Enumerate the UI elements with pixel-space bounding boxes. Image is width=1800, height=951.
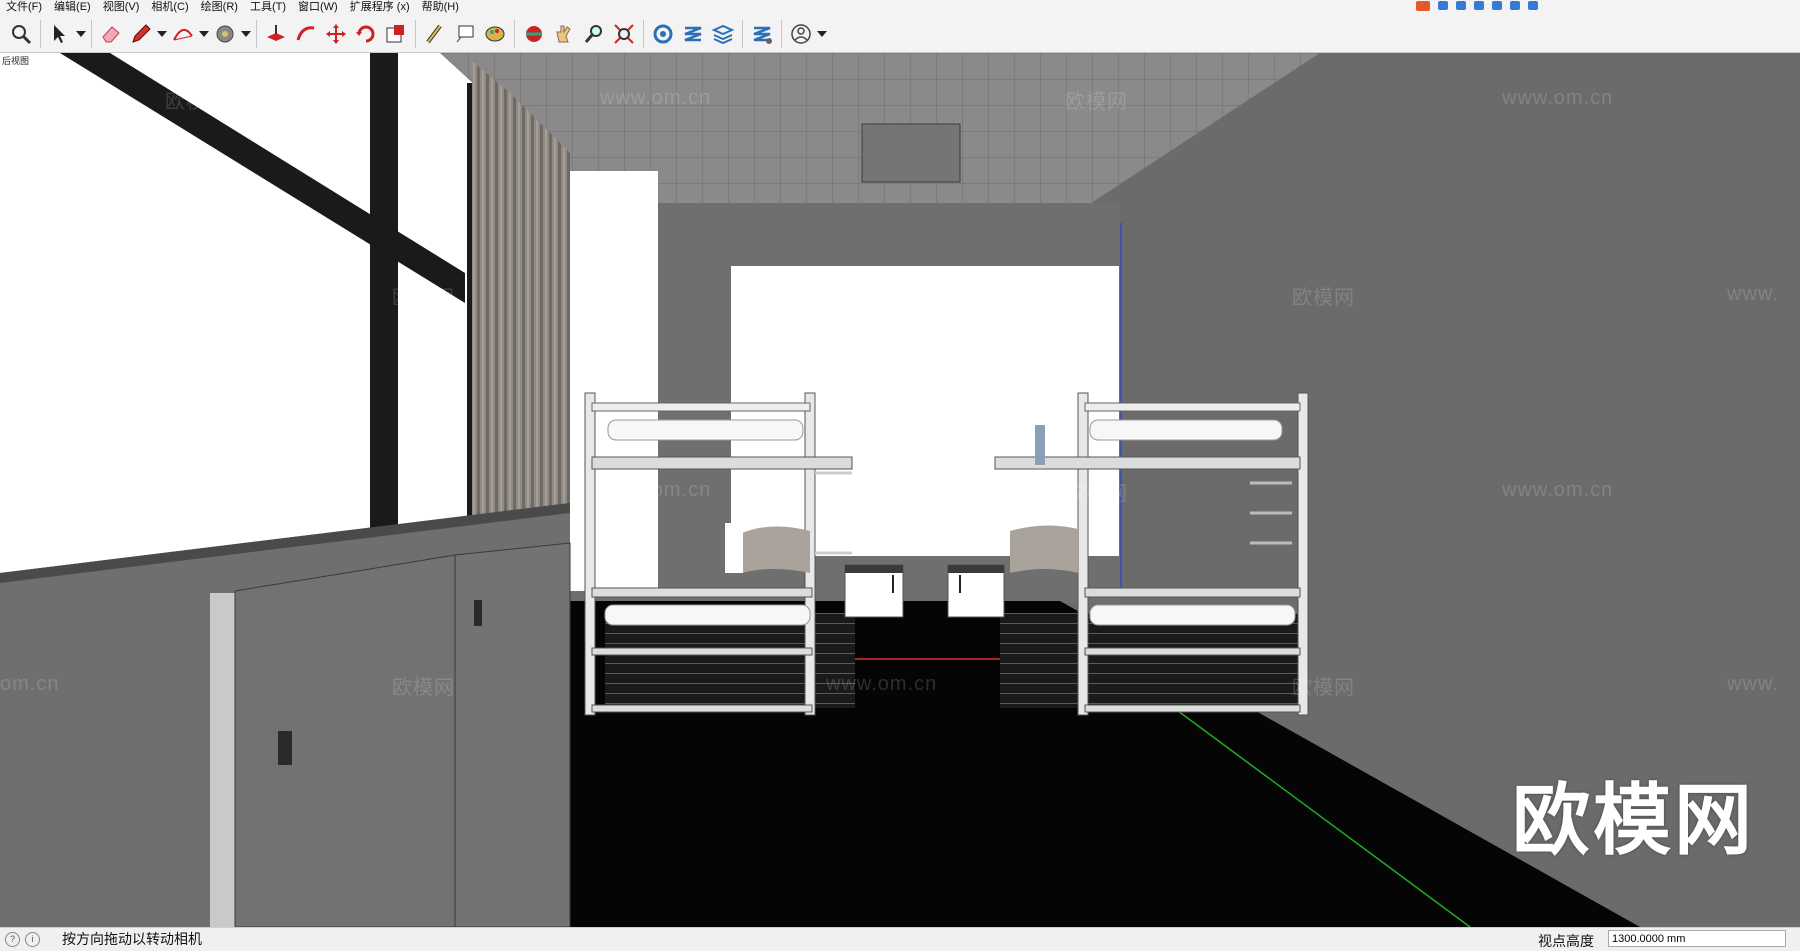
- pencil-dropdown-arrow[interactable]: [156, 19, 168, 49]
- eraser-icon[interactable]: [96, 19, 126, 49]
- watermark-brand: 欧模网: [1292, 677, 1355, 699]
- watermark-site-partial: om.cn: [0, 673, 60, 695]
- ext-tool-icon[interactable]: [1456, 1, 1466, 10]
- menu-item[interactable]: 工具(T): [244, 0, 292, 15]
- follow-me-icon[interactable]: [291, 19, 321, 49]
- toolbar-divider: [781, 19, 782, 48]
- arc-icon[interactable]: [168, 19, 198, 49]
- pan-icon[interactable]: [549, 19, 579, 49]
- watermark-brand: 欧模网: [392, 677, 455, 699]
- watermark-brand: 欧模网: [1292, 287, 1355, 309]
- scale-icon[interactable]: [381, 19, 411, 49]
- select-dropdown-arrow[interactable]: [75, 19, 87, 49]
- menu-item[interactable]: 窗口(W): [292, 0, 344, 15]
- paint-bucket-icon[interactable]: [210, 19, 240, 49]
- text-icon[interactable]: [450, 19, 480, 49]
- measurements-input[interactable]: [1608, 930, 1786, 947]
- toolbar-divider: [742, 19, 743, 48]
- scene-tab-label[interactable]: 后视图: [2, 54, 30, 67]
- watermark-site: www.om.cn: [1502, 87, 1614, 109]
- lockers: [0, 503, 571, 927]
- main-toolbar: [0, 15, 1800, 53]
- toolbar-divider: [514, 19, 515, 48]
- watermark-site: www.om.cn: [600, 87, 712, 109]
- watermark-brand: 欧模网: [1065, 483, 1128, 505]
- menu-item[interactable]: 帮助(H): [416, 0, 465, 15]
- status-bar: ? i 按方向拖动以转动相机 视点高度: [0, 927, 1800, 950]
- left-nightstand: [844, 564, 904, 618]
- arc-dropdown-arrow[interactable]: [198, 19, 210, 49]
- menu-item[interactable]: 视图(V): [97, 0, 146, 15]
- account-dropdown-arrow[interactable]: [816, 19, 828, 49]
- right-nightstand: [947, 564, 1005, 618]
- extension-toolbar-strip: [1416, 0, 1606, 11]
- status-hint-text: 按方向拖动以转动相机: [62, 931, 202, 947]
- ext-logo-icon[interactable]: [1416, 0, 1430, 11]
- left-column-white: [570, 171, 658, 591]
- watermark-site-partial: www.: [1727, 283, 1779, 305]
- ext-tool-icon[interactable]: [1528, 1, 1538, 10]
- zoom-extents-icon[interactable]: [609, 19, 639, 49]
- rotate-icon[interactable]: [351, 19, 381, 49]
- ceiling-light-panel: [861, 123, 961, 183]
- watermark-brand: 欧模网: [165, 483, 228, 505]
- paint-dropdown-arrow[interactable]: [240, 19, 252, 49]
- extension-manager-icon[interactable]: [747, 19, 777, 49]
- layers-icon[interactable]: [708, 19, 738, 49]
- orbit-icon[interactable]: [519, 19, 549, 49]
- toolbar-divider: [643, 19, 644, 48]
- ext-tool-icon[interactable]: [1474, 1, 1484, 10]
- menu-item[interactable]: 绘图(R): [195, 0, 244, 15]
- ext-tool-icon[interactable]: [1510, 1, 1520, 10]
- toolbar-divider: [256, 19, 257, 48]
- measurements-label: 视点高度: [1538, 933, 1594, 949]
- select-icon[interactable]: [45, 19, 75, 49]
- watermark-site-partial: om.cn: [0, 283, 60, 305]
- watermark-brand-large: 欧模网: [1512, 776, 1756, 864]
- paint-icon[interactable]: [480, 19, 510, 49]
- watermark-site-partial: www.: [1727, 673, 1779, 695]
- geo-location-icon[interactable]: ?: [5, 931, 20, 947]
- window-frame-vertical: [370, 53, 398, 598]
- pencil-icon[interactable]: [126, 19, 156, 49]
- watermark-site: www.om.cn: [826, 673, 938, 695]
- watermark-site: www.om.cn: [600, 479, 712, 501]
- watermark-site: www.om.cn: [826, 283, 938, 305]
- toolbar-divider: [40, 19, 41, 48]
- watermark-brand: 欧模网: [392, 287, 455, 309]
- zoom-icon[interactable]: [6, 19, 36, 49]
- warehouse-icon[interactable]: [648, 19, 678, 49]
- menu-item[interactable]: 扩展程序 (x): [344, 0, 416, 15]
- info-icon[interactable]: i: [25, 931, 40, 947]
- watermark-brand: 欧模网: [165, 91, 228, 113]
- move-icon[interactable]: [321, 19, 351, 49]
- zoom-window-icon[interactable]: [579, 19, 609, 49]
- watermark-brand: 欧模网: [1065, 91, 1128, 113]
- extension-icon[interactable]: [678, 19, 708, 49]
- tape-measure-icon[interactable]: [420, 19, 450, 49]
- menu-item[interactable]: 相机(C): [145, 0, 194, 15]
- ext-tool-icon[interactable]: [1492, 1, 1502, 10]
- menu-item[interactable]: 编辑(E): [48, 0, 97, 15]
- toolbar-divider: [415, 19, 416, 48]
- menu-item[interactable]: 文件(F): [0, 0, 48, 15]
- watermark-site: www.om.cn: [1502, 479, 1614, 501]
- model-viewport[interactable]: 后视图 欧模网 www.om.cn 欧模网 www.om.cn om.cn 欧模…: [0, 53, 1800, 927]
- toolbar-divider: [91, 19, 92, 48]
- ext-tool-icon[interactable]: [1438, 1, 1448, 10]
- push-pull-icon[interactable]: [261, 19, 291, 49]
- account-icon[interactable]: [786, 19, 816, 49]
